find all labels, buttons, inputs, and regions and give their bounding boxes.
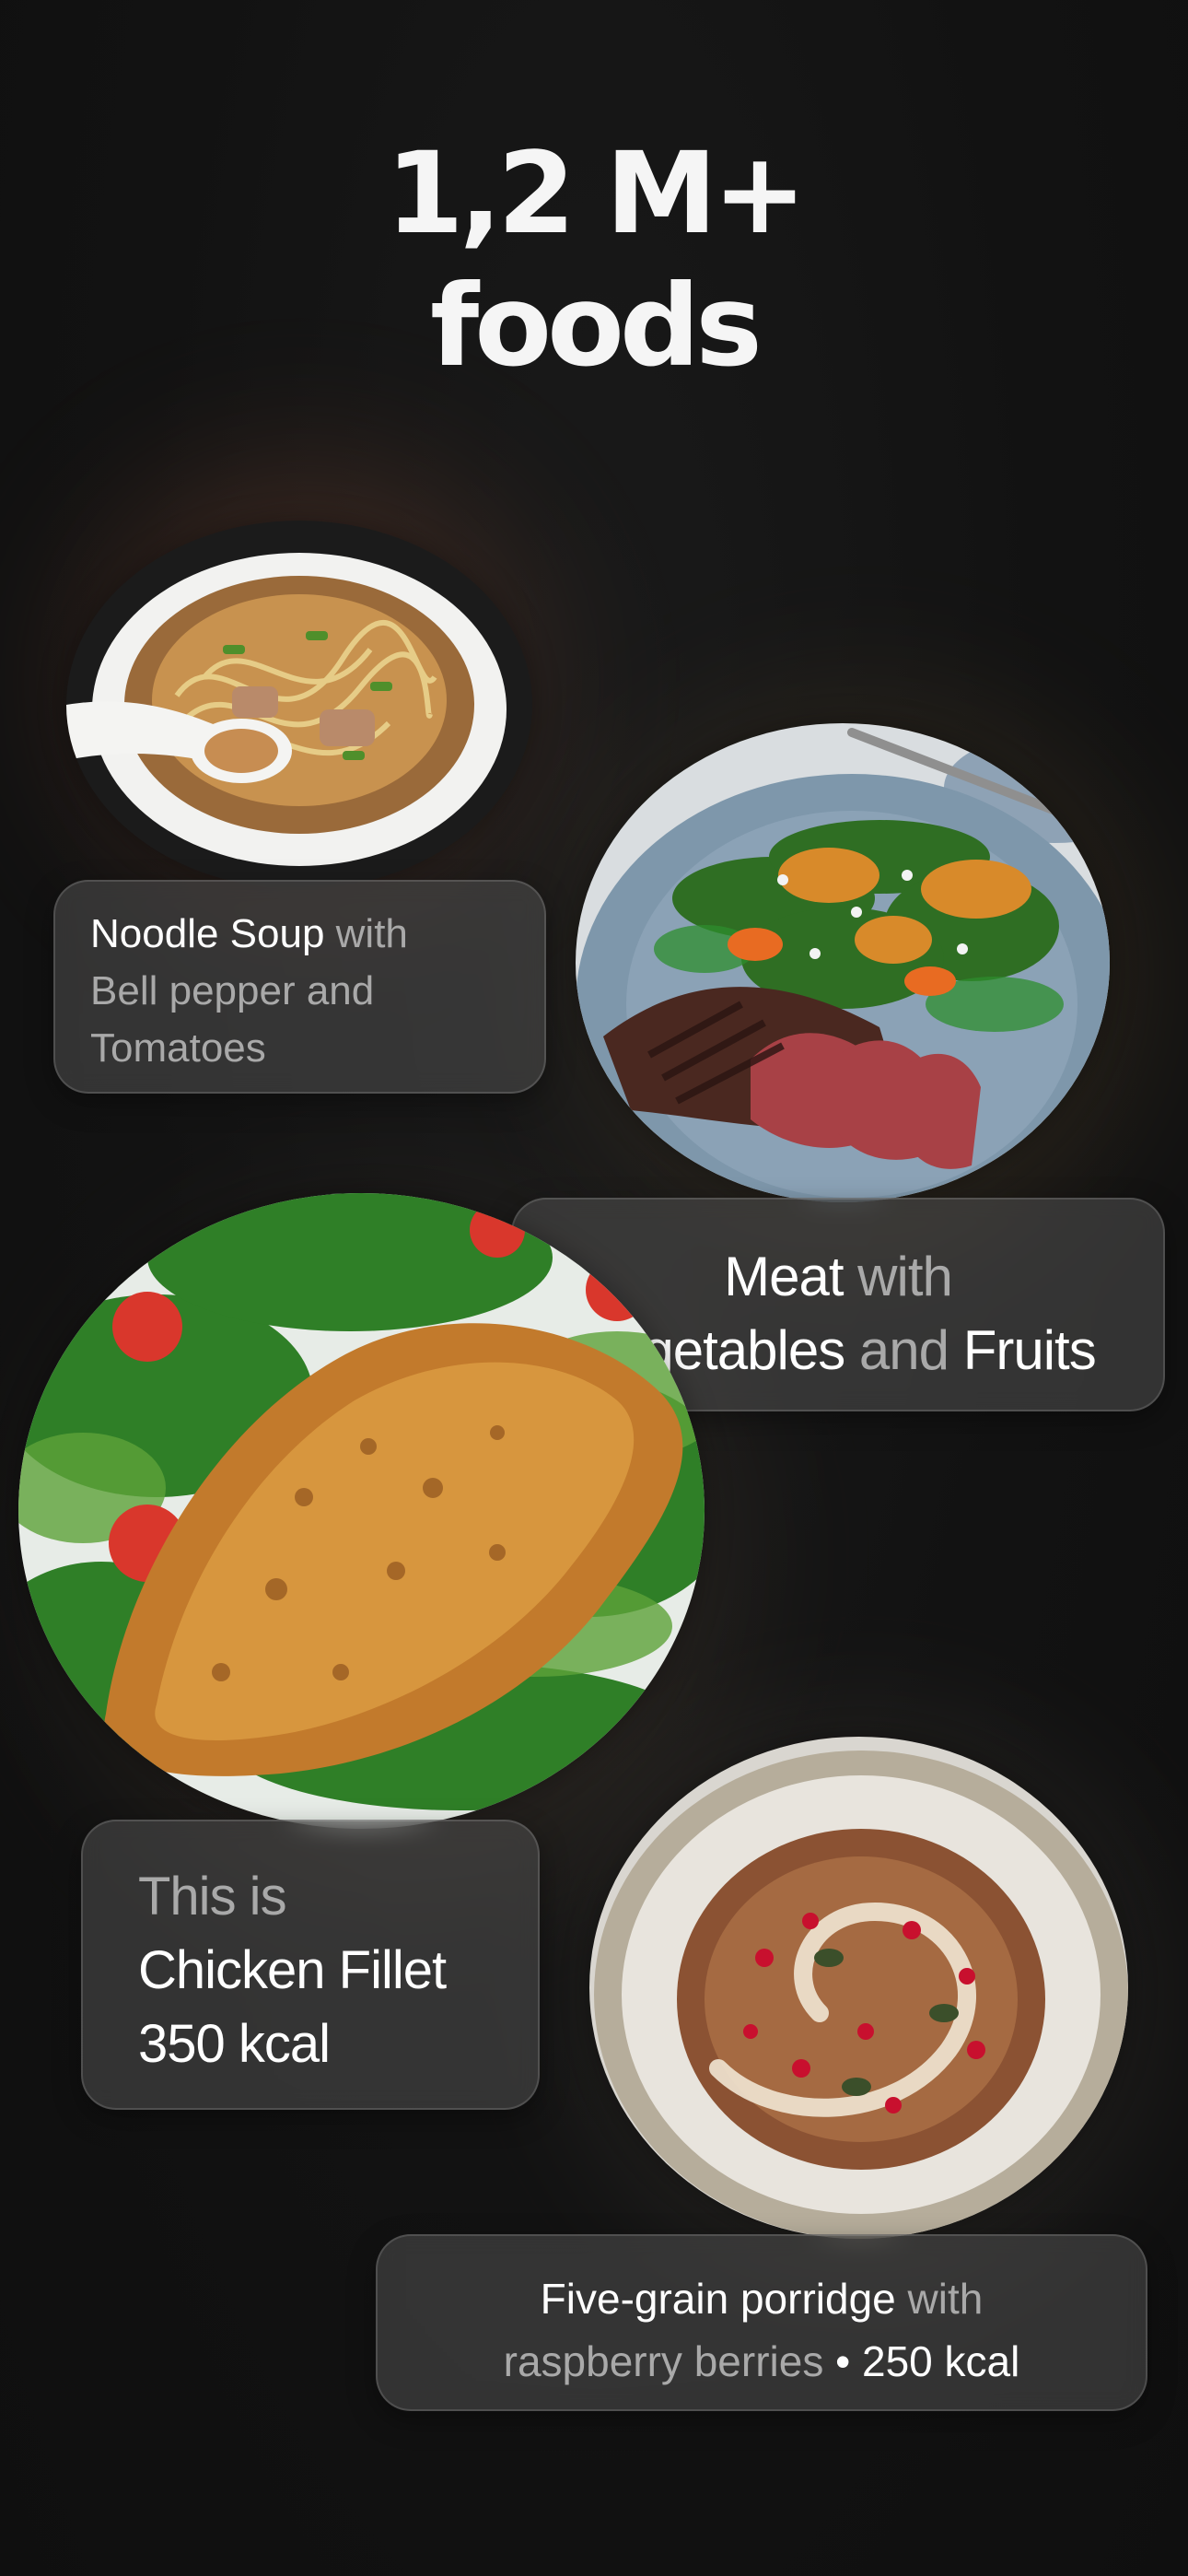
card-five-grain-porridge: Five-grain porridge with raspberry berri… — [376, 2234, 1147, 2411]
dish-detail: raspberry berries — [503, 2337, 824, 2385]
card-porridge-line1: Five-grain porridge with — [405, 2267, 1118, 2330]
chicken-fillet-image — [18, 1193, 705, 1829]
onboarding-screen: 1,2 M+ foods Noodle Soup with Bell peppe… — [0, 0, 1188, 2576]
card-noodle-soup-line3: Tomatoes — [90, 1025, 266, 1071]
card-noodle-soup: Noodle Soup with Bell pepper and Tomatoe… — [53, 880, 546, 1094]
card-chicken-name: Chicken Fillet — [138, 1940, 447, 2000]
dish-connector: with — [907, 2275, 984, 2323]
steak-salad-image — [576, 723, 1110, 1202]
dish-kcal: 250 kcal — [862, 2337, 1020, 2385]
card-noodle-soup-line1: Noodle Soup with — [90, 906, 509, 963]
separator-dot: • — [835, 2337, 851, 2385]
dish-ingredient: Fruits — [962, 1319, 1097, 1381]
headline-count: 1,2 M+ — [385, 128, 807, 259]
card-chicken-kcal: 350 kcal — [138, 2014, 331, 2074]
dish-connector: with — [857, 1246, 953, 1307]
dish-connector: and — [858, 1319, 949, 1381]
card-chicken-intro: This is — [138, 1867, 287, 1926]
card-chicken-fillet: This is Chicken Fillet 350 kcal — [81, 1820, 540, 2110]
noodle-soup-image — [66, 521, 532, 889]
card-noodle-soup-line2: Bell pepper and — [90, 968, 375, 1013]
dish-name: Five-grain porridge — [540, 2275, 896, 2323]
porridge-image — [589, 1737, 1128, 2239]
dish-name: Noodle Soup — [90, 911, 325, 956]
card-meat-line1: Meat with — [541, 1240, 1136, 1314]
headline-foods: foods — [430, 261, 763, 392]
dish-name: Meat — [724, 1246, 844, 1307]
card-porridge-line2: raspberry berries • 250 kcal — [405, 2330, 1118, 2393]
dish-connector: with — [335, 911, 408, 956]
headline: 1,2 M+ foods — [0, 127, 1188, 392]
